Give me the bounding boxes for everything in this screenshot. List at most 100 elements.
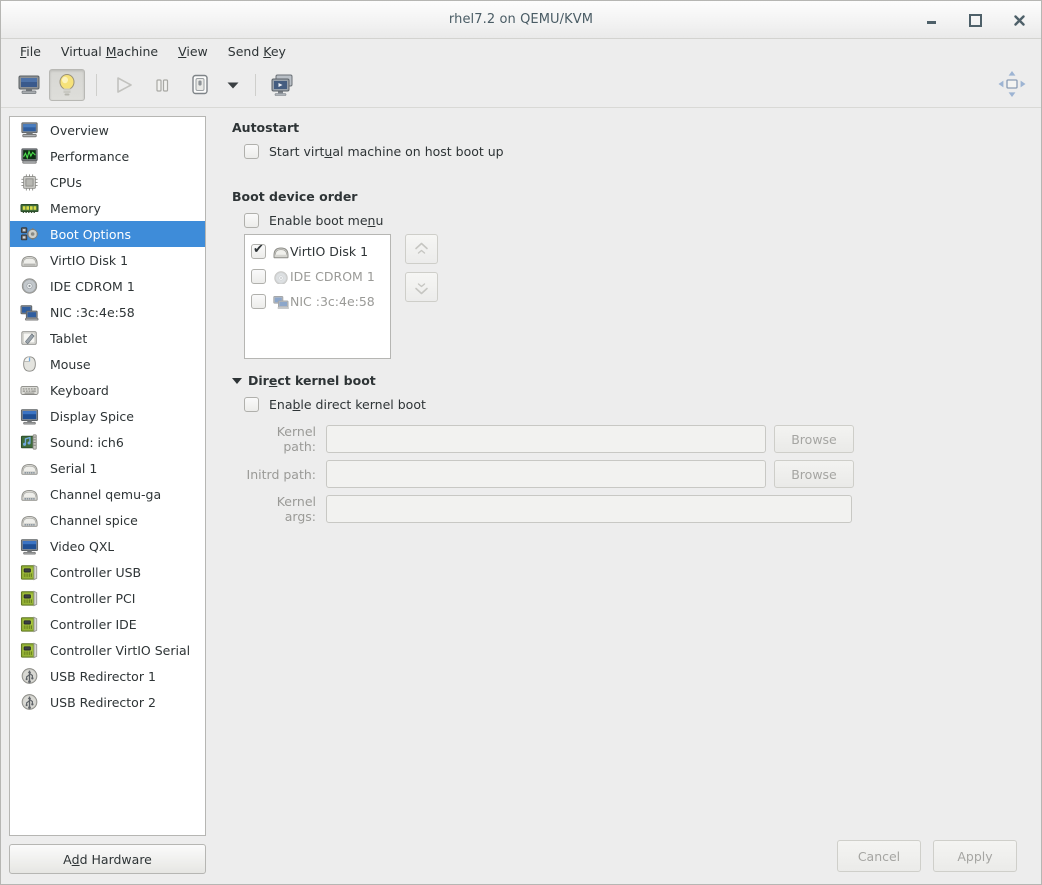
move-device-down-button[interactable]	[405, 272, 438, 302]
show-details-button[interactable]	[49, 69, 85, 101]
cancel-button[interactable]: Cancel	[837, 840, 921, 872]
kernel-args-input[interactable]	[326, 495, 852, 523]
sidebar-item-boot-options[interactable]: Boot Options	[10, 221, 205, 247]
boot-device-row[interactable]: IDE CDROM 1	[245, 264, 390, 289]
sidebar-item-serial-1[interactable]: Serial 1	[10, 455, 205, 481]
console-monitor-icon	[18, 75, 40, 94]
boot-device-row[interactable]: NIC :3c:4e:58	[245, 289, 390, 314]
sidebar-item-ide-cdrom-1[interactable]: IDE CDROM 1	[10, 273, 205, 299]
enable-direct-kernel-boot-checkbox[interactable]	[244, 397, 259, 412]
apply-button[interactable]: Apply	[933, 840, 1017, 872]
sidebar-item-cpus[interactable]: CPUs	[10, 169, 205, 195]
sidebar-item-display-spice[interactable]: Display Spice	[10, 403, 205, 429]
sidebar-item-tablet[interactable]: Tablet	[10, 325, 205, 351]
sidebar-item-channel-qemu-ga[interactable]: Channel qemu-ga	[10, 481, 205, 507]
cdrom-small-icon	[274, 271, 288, 284]
autostart-heading: Autostart	[232, 120, 300, 135]
sidebar-item-controller-virtio-serial[interactable]: Controller VirtIO Serial	[10, 637, 205, 663]
shutdown-button[interactable]	[182, 69, 218, 101]
harddisk-icon	[18, 250, 40, 270]
kernel-path-browse-button[interactable]: Browse	[774, 425, 854, 453]
chevron-down-icon	[227, 82, 239, 89]
sidebar-item-label: Channel qemu-ga	[50, 486, 162, 502]
mouse-icon	[22, 356, 36, 372]
serial-icon	[20, 489, 38, 501]
close-button[interactable]	[1011, 12, 1027, 28]
initrd-path-input[interactable]	[326, 460, 766, 488]
direct-kernel-boot-form: Kernel path: Browse Initrd path: Browse Kern…	[244, 424, 1033, 524]
direct-kernel-boot-heading[interactable]: Direct kernel boot	[232, 373, 1033, 388]
sidebar-item-overview[interactable]: Overview	[10, 117, 205, 143]
boot-device-list[interactable]: VirtIO Disk 1 IDE CDROM 1 NIC :3c:4e:58	[244, 234, 391, 359]
autostart-checkbox-row[interactable]: Start virtual machine on host boot up	[244, 144, 1033, 159]
kernel-path-label: Kernel path:	[276, 424, 316, 454]
minimize-button[interactable]	[923, 12, 939, 28]
sidebar-item-performance[interactable]: Performance	[10, 143, 205, 169]
boot-device-checkbox[interactable]	[251, 269, 266, 284]
sidebar-item-sound-ich6[interactable]: Sound: ich6	[10, 429, 205, 455]
sidebar-item-virtio-disk-1[interactable]: VirtIO Disk 1	[10, 247, 205, 273]
sidebar-item-nic-3c-4e-58[interactable]: NIC :3c:4e:58	[10, 299, 205, 325]
serial-icon	[18, 458, 40, 478]
hardware-list[interactable]: Overview Performance CPUs Memory Boot Option…	[9, 116, 206, 836]
snapshots-button[interactable]	[265, 69, 301, 101]
enable-boot-menu-checkbox[interactable]	[244, 213, 259, 228]
sidebar-item-label: Sound: ich6	[50, 434, 124, 450]
expander-triangle-icon[interactable]	[232, 377, 242, 384]
display-icon	[20, 409, 38, 425]
sidebar-item-channel-spice[interactable]: Channel spice	[10, 507, 205, 533]
sidebar-item-keyboard[interactable]: Keyboard	[10, 377, 205, 403]
serial-icon	[20, 515, 38, 527]
sidebar-item-usb-redirector-1[interactable]: USB Redirector 1	[10, 663, 205, 689]
boot-device-label: IDE CDROM 1	[290, 269, 375, 284]
sidebar-item-mouse[interactable]: Mouse	[10, 351, 205, 377]
sidebar-item-controller-usb[interactable]: Controller USB	[10, 559, 205, 585]
boot-options-icon	[18, 224, 40, 244]
double-chevron-up-icon	[415, 242, 428, 254]
boot-device-row[interactable]: VirtIO Disk 1	[245, 239, 390, 264]
cdrom-icon	[18, 276, 40, 296]
sidebar-item-controller-pci[interactable]: Controller PCI	[10, 585, 205, 611]
move-device-up-button[interactable]	[405, 234, 438, 264]
sidebar-item-video-qxl[interactable]: Video QXL	[10, 533, 205, 559]
boot-device-checkbox[interactable]	[251, 242, 266, 259]
autostart-checkbox[interactable]	[244, 144, 259, 159]
sidebar-item-label: USB Redirector 2	[50, 694, 156, 710]
kernel-args-row: Kernel args:	[244, 494, 1033, 524]
harddisk-small-icon	[272, 244, 290, 260]
lightbulb-details-icon	[59, 74, 75, 96]
sidebar-item-label: Controller USB	[50, 564, 142, 580]
boot-device-checkbox[interactable]	[251, 294, 266, 309]
run-button[interactable]	[106, 69, 142, 101]
controller-card-icon	[20, 590, 37, 607]
sidebar-item-memory[interactable]: Memory	[10, 195, 205, 221]
show-console-button[interactable]	[11, 69, 47, 101]
fullscreen-button[interactable]	[997, 69, 1027, 102]
menu-file[interactable]: File	[10, 41, 51, 62]
menu-view[interactable]: View	[168, 41, 218, 62]
initrd-path-browse-button[interactable]: Browse	[774, 460, 854, 488]
menu-virtual-machine[interactable]: Virtual Machine	[51, 41, 168, 62]
menu-bar: File Virtual Machine View Send Key	[1, 39, 1041, 63]
pause-button[interactable]	[144, 69, 180, 101]
shutdown-dropdown-button[interactable]	[220, 69, 246, 101]
usb-icon	[18, 692, 40, 712]
menu-send-key[interactable]: Send Key	[218, 41, 296, 62]
tablet-icon	[18, 328, 40, 348]
sidebar-item-usb-redirector-2[interactable]: USB Redirector 2	[10, 689, 205, 715]
controller-card-icon	[20, 564, 37, 581]
cdrom-small-icon	[272, 269, 290, 285]
kernel-path-input[interactable]	[326, 425, 766, 453]
close-icon	[1013, 14, 1025, 26]
fullscreen-expand-icon	[998, 71, 1026, 97]
sidebar-item-label: Display Spice	[50, 408, 134, 424]
toolbar-separator	[255, 74, 256, 96]
enable-boot-menu-row[interactable]: Enable boot menu	[244, 213, 1033, 228]
add-hardware-button[interactable]: Add Hardware	[9, 844, 206, 874]
enable-direct-kernel-boot-row[interactable]: Enable direct kernel boot	[244, 397, 1033, 412]
sidebar-item-controller-ide[interactable]: Controller IDE	[10, 611, 205, 637]
maximize-button[interactable]	[967, 12, 983, 28]
sidebar-item-label: Memory	[50, 200, 101, 216]
window-title: rhel7.2 on QEMU/KVM	[448, 12, 594, 27]
keyboard-icon	[18, 380, 40, 400]
